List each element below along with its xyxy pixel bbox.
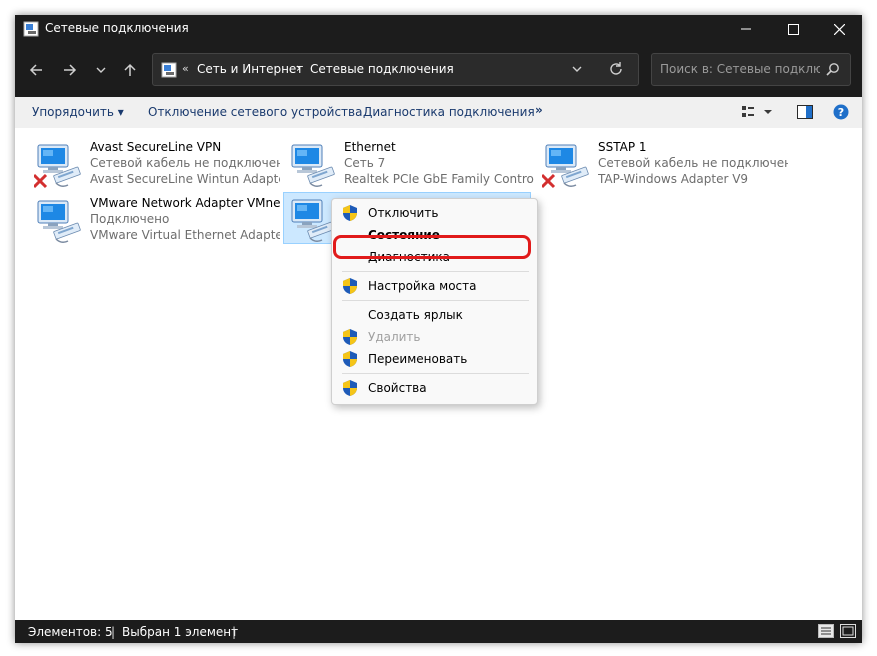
up-button[interactable] xyxy=(117,57,143,83)
chevron-down-icon xyxy=(96,67,106,73)
maximize-icon xyxy=(787,23,799,35)
title-bar: Сетевые подключения xyxy=(15,15,862,43)
adapter-vmnet1[interactable]: VMware Network Adapter VMnet1 Подключено… xyxy=(20,194,280,246)
item-count: Элементов: 5 xyxy=(28,625,113,639)
network-connections-icon xyxy=(161,62,177,78)
maximize-button[interactable] xyxy=(770,15,816,43)
disable-device-button[interactable]: Отключение сетевого устройства xyxy=(148,105,362,119)
menu-item-bridge[interactable]: Настройка моста xyxy=(332,275,539,297)
refresh-icon[interactable] xyxy=(608,61,624,77)
adapter-status: Подключено xyxy=(90,212,170,226)
status-divider: | xyxy=(232,625,237,639)
disconnected-x-icon xyxy=(34,173,48,189)
menu-item-label: Переименовать xyxy=(368,352,468,366)
view-options-icon[interactable] xyxy=(742,105,772,119)
network-adapter-icon xyxy=(291,199,336,243)
menu-item-disable[interactable]: Отключить xyxy=(332,202,539,224)
uac-shield-icon xyxy=(343,329,357,345)
context-menu: Отключить Состояние Диагностика Настройк… xyxy=(331,198,538,405)
status-divider: | xyxy=(111,625,116,639)
adapter-device: Realtek PCIe GbE Family Controller xyxy=(344,172,534,186)
network-adapter-icon xyxy=(34,144,82,189)
menu-item-delete: Удалить xyxy=(332,326,539,348)
recent-locations-button[interactable] xyxy=(88,57,114,83)
adapter-status: Сетевой кабель не подключен xyxy=(598,156,788,170)
adapter-ethernet[interactable]: Ethernet Сеть 7 Realtek PCIe GbE Family … xyxy=(274,138,534,190)
network-connections-icon xyxy=(23,21,39,37)
menu-item-label: Удалить xyxy=(368,330,421,344)
minimize-button[interactable] xyxy=(723,15,769,43)
help-icon[interactable]: ? xyxy=(833,104,849,120)
adapter-device: Avast SecureLine Wintun Adapter xyxy=(90,172,280,186)
breadcrumb-separator[interactable]: › xyxy=(296,61,301,75)
arrow-right-icon xyxy=(64,64,77,76)
adapter-device: VMware Virtual Ethernet Adapter ... xyxy=(90,228,280,242)
close-button[interactable] xyxy=(816,15,862,43)
adapter-status: Сеть 7 xyxy=(344,156,386,170)
svg-text:?: ? xyxy=(838,106,844,119)
details-view-icon[interactable] xyxy=(818,624,834,638)
menu-item-label: Отключить xyxy=(368,206,439,220)
menu-item-label: Настройка моста xyxy=(368,279,477,293)
arrow-left-icon xyxy=(29,64,42,76)
explorer-window: Сетевые подключения « Сеть и Интернет › … xyxy=(15,15,862,643)
chevron-down-icon[interactable] xyxy=(571,62,583,76)
adapter-device: TAP-Windows Adapter V9 xyxy=(598,172,749,186)
minimize-icon xyxy=(741,28,751,30)
adapter-name: SSTAP 1 xyxy=(598,140,647,154)
close-icon xyxy=(833,23,845,35)
status-bar: Элементов: 5 | Выбран 1 элемент | xyxy=(15,620,862,643)
breadcrumb-overflow[interactable]: « xyxy=(182,62,189,75)
breadcrumb-network-connections[interactable]: Сетевые подключения xyxy=(310,62,454,76)
address-bar[interactable]: « Сеть и Интернет › Сетевые подключения xyxy=(152,53,639,86)
menu-separator xyxy=(342,271,529,272)
forward-button[interactable] xyxy=(57,57,83,83)
uac-shield-icon xyxy=(343,205,357,221)
preview-pane-icon[interactable] xyxy=(797,105,813,119)
uac-shield-icon xyxy=(343,380,357,396)
command-bar: Упорядочить ▾ Отключение сетевого устрой… xyxy=(15,97,862,128)
more-commands-button[interactable]: » xyxy=(535,103,543,117)
search-input[interactable]: Поиск в: Сетевые подклю... xyxy=(651,53,851,86)
uac-shield-icon xyxy=(343,278,357,294)
menu-separator xyxy=(342,373,529,374)
menu-item-create-shortcut[interactable]: Создать ярлык xyxy=(332,304,539,326)
uac-shield-icon xyxy=(343,351,357,367)
disconnected-x-icon xyxy=(542,173,556,189)
search-placeholder: Поиск в: Сетевые подклю... xyxy=(660,62,820,76)
window-title: Сетевые подключения xyxy=(45,21,189,35)
menu-separator xyxy=(342,300,529,301)
large-icons-view-icon[interactable] xyxy=(840,624,856,638)
organize-button[interactable]: Упорядочить ▾ xyxy=(32,105,124,119)
adapter-avast[interactable]: Avast SecureLine VPN Сетевой кабель не п… xyxy=(20,138,280,190)
menu-item-rename[interactable]: Переименовать xyxy=(332,348,539,370)
adapter-status: Сетевой кабель не подключен xyxy=(90,156,280,170)
selection-count: Выбран 1 элемент xyxy=(122,625,239,639)
navigation-bar: « Сеть и Интернет › Сетевые подключения … xyxy=(15,43,862,97)
menu-item-label: Свойства xyxy=(368,381,427,395)
menu-item-properties[interactable]: Свойства xyxy=(332,377,539,399)
diagnose-connection-button[interactable]: Диагностика подключения xyxy=(363,105,535,119)
breadcrumb-network-internet[interactable]: Сеть и Интернет xyxy=(197,62,303,76)
adapter-name: Avast SecureLine VPN xyxy=(90,140,222,154)
search-icon xyxy=(826,63,839,76)
network-adapter-icon xyxy=(37,200,82,244)
back-button[interactable] xyxy=(23,57,49,83)
arrow-up-icon xyxy=(124,63,136,76)
adapter-name: Ethernet xyxy=(344,140,396,154)
adapter-sstap[interactable]: SSTAP 1 Сетевой кабель не подключен TAP-… xyxy=(528,138,788,190)
adapter-name: VMware Network Adapter VMnet1 xyxy=(90,196,280,210)
network-adapter-icon xyxy=(291,144,336,188)
highlight-ring xyxy=(333,235,531,259)
menu-item-label: Создать ярлык xyxy=(368,308,463,322)
network-adapter-icon xyxy=(542,144,590,189)
